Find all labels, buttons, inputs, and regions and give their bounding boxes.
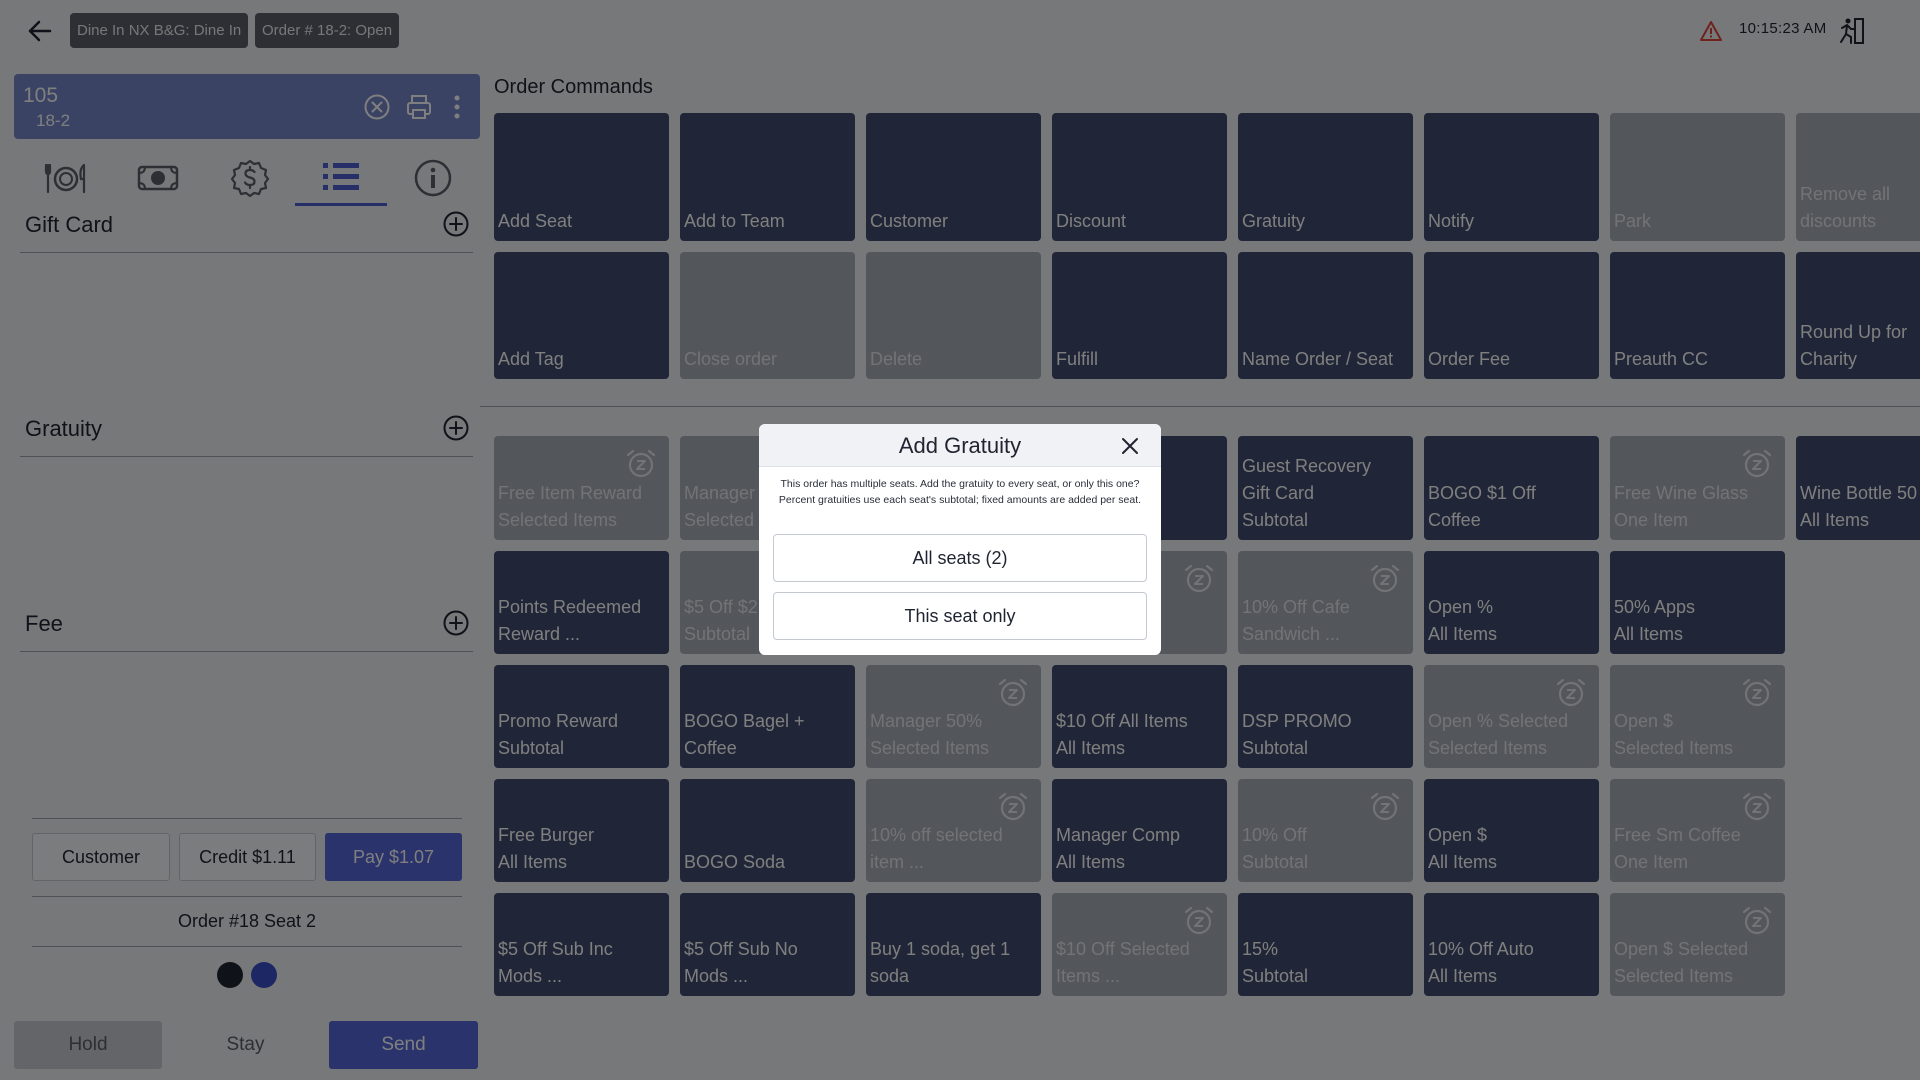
close-icon[interactable] bbox=[1120, 436, 1140, 456]
add-gratuity-dialog: Add Gratuity This order has multiple sea… bbox=[759, 424, 1161, 655]
dialog-description: This order has multiple seats. Add the g… bbox=[778, 478, 1142, 506]
this-seat-only-button[interactable]: This seat only bbox=[773, 592, 1147, 640]
all-seats-button[interactable]: All seats (2) bbox=[773, 534, 1147, 582]
dialog-title: Add Gratuity bbox=[898, 433, 1022, 458]
dialog-header: Add Gratuity bbox=[759, 424, 1161, 467]
